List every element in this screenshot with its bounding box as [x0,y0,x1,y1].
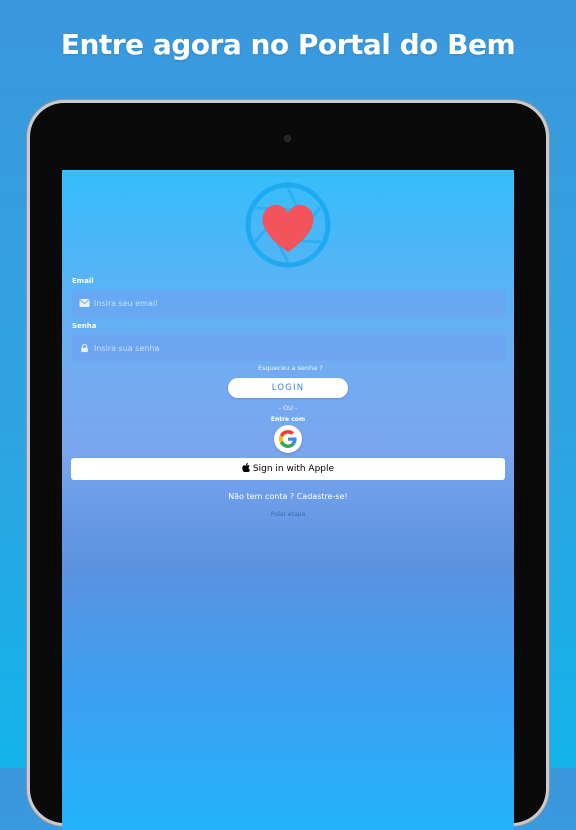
apple-signin-label: Sign in with Apple [252,464,335,474]
apple-icon [242,463,250,472]
lock-icon [81,343,88,353]
password-input[interactable] [94,335,494,361]
email-input[interactable] [94,290,494,316]
email-field-container [72,290,506,316]
password-label: Senha [72,322,97,330]
app-screen: Email Senha Esqueceu a senha ? LOGIN - O… [62,170,514,830]
app-logo-heart-icon [245,182,331,268]
email-label: Email [72,277,94,285]
enter-with-label: Entre com [270,416,306,423]
promo-headline: Entre agora no Portal do Bem [60,28,516,61]
google-icon [279,430,297,448]
google-signin-button[interactable] [274,425,302,453]
skip-step-link[interactable]: Pular etapa [62,511,514,518]
front-camera [284,135,291,142]
tablet-frame: Email Senha Esqueceu a senha ? LOGIN - O… [30,103,546,830]
forgot-password-link[interactable]: Esqueceu a senha ? [258,364,323,372]
or-divider: - OU - [278,404,298,412]
mail-icon [79,299,90,307]
signup-link[interactable]: Não tem conta ? Cadastre-se! [62,492,514,501]
login-button[interactable]: LOGIN [228,378,348,398]
password-field-container [72,335,506,361]
apple-signin-button[interactable]: Sign in with Apple [71,458,505,480]
